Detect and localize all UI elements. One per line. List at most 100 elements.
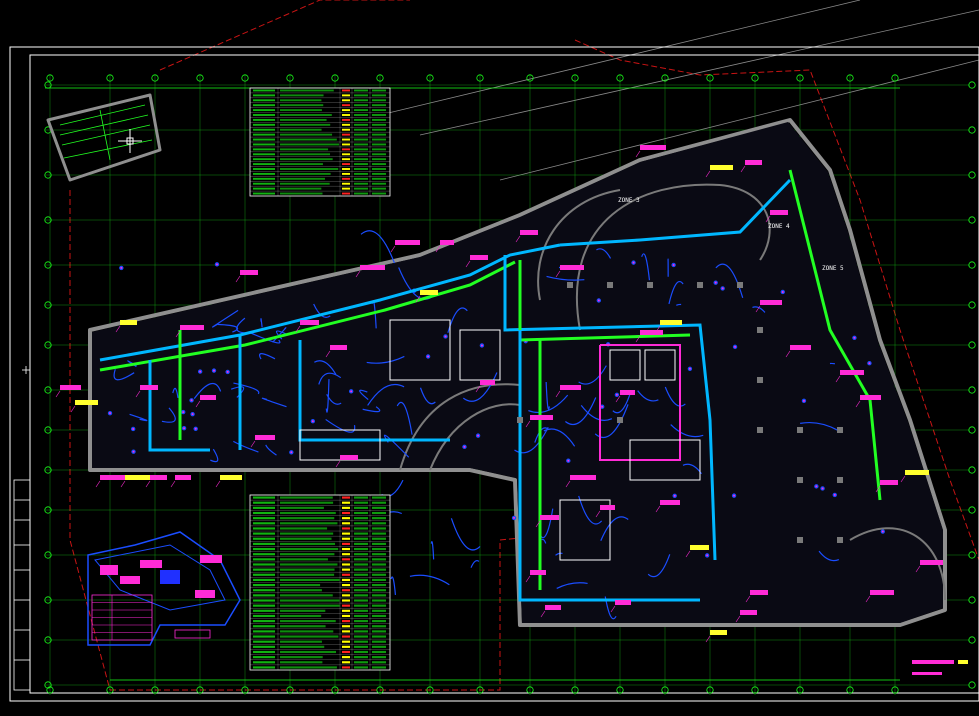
table-cell [280, 594, 333, 597]
table-cell [372, 584, 386, 587]
table-cell [372, 661, 386, 664]
table-cell [354, 645, 368, 648]
table-cell [342, 578, 350, 581]
table-cell [253, 542, 275, 545]
diffuser-marker [687, 366, 693, 371]
table-cell [372, 614, 386, 618]
table-cell [280, 532, 334, 535]
table-cell [280, 614, 322, 618]
table-cell [372, 496, 386, 499]
table-cell [342, 123, 350, 126]
table-cell [354, 547, 368, 551]
table-cell [354, 650, 368, 654]
table-cell [280, 635, 339, 638]
table-cell [280, 661, 323, 664]
table-cell [372, 187, 386, 190]
table-cell [372, 163, 386, 166]
table-cell [253, 609, 275, 612]
diffuser-marker [475, 433, 481, 438]
table-cell [280, 522, 338, 525]
diffuser-marker [211, 368, 217, 373]
table-cell [253, 584, 275, 587]
table-cell [253, 506, 275, 509]
table-cell [354, 168, 368, 170]
diffuser-marker [596, 298, 601, 303]
table-cell [280, 645, 325, 648]
equipment-tag [175, 475, 191, 480]
equipment-tag [240, 270, 258, 275]
equipment-tag [100, 475, 126, 480]
table-cell [342, 501, 350, 504]
table-cell [280, 89, 334, 92]
column [757, 377, 763, 383]
equipment-tag [570, 475, 596, 480]
table-cell [372, 609, 386, 612]
table-cell [342, 177, 350, 180]
equipment-tag [750, 590, 768, 595]
table-cell [354, 568, 368, 571]
table-cell [253, 563, 275, 566]
column [757, 327, 763, 333]
table-cell [280, 94, 324, 97]
table-cell [253, 589, 275, 592]
equipment-tag [905, 470, 929, 475]
diffuser-marker [720, 286, 725, 291]
table-cell [253, 138, 275, 141]
table-cell [342, 547, 350, 551]
diffuser-marker [867, 361, 872, 366]
diffuser-marker [713, 280, 718, 285]
table-cell [342, 635, 350, 638]
equipment-tag [770, 210, 788, 215]
cad-drawing-canvas[interactable]: ZONE 3 ZONE 4 ZONE 5 [0, 0, 979, 716]
equipment-tag [560, 385, 581, 390]
table-cell [253, 118, 275, 121]
table-cell [342, 656, 350, 659]
table-cell [354, 172, 368, 175]
table-cell [354, 143, 368, 146]
table-cell [280, 168, 339, 170]
table-cell [342, 563, 350, 566]
table-cell [354, 656, 368, 659]
table-cell [342, 584, 350, 587]
diffuser-marker [462, 444, 467, 450]
diffuser-marker [181, 426, 187, 431]
table-cell [342, 99, 350, 102]
table-cell [342, 133, 350, 136]
diffuser-marker [189, 398, 194, 403]
table-cell [280, 604, 340, 607]
diffuser-marker [814, 484, 819, 489]
table-cell [280, 143, 340, 146]
table-cell [280, 118, 327, 121]
diffuser-marker [289, 450, 294, 455]
equipment-tag [360, 265, 385, 270]
table-cell [253, 517, 275, 520]
table-cell [280, 517, 335, 520]
table-cell [280, 133, 333, 136]
equipment-tag [870, 590, 894, 595]
table-cell [280, 578, 340, 581]
table-cell [372, 192, 386, 195]
equipment-tag [150, 475, 167, 480]
diffuser-marker [119, 265, 124, 271]
table-cell [280, 630, 334, 633]
table-cell [253, 148, 275, 151]
table-cell [342, 143, 350, 146]
table-cell [372, 177, 386, 180]
table-cell [280, 568, 335, 571]
zone-label: ZONE 3 [618, 197, 640, 204]
table-cell [372, 133, 386, 136]
table-cell [372, 511, 386, 515]
table-cell [253, 496, 275, 499]
table-cell [253, 614, 275, 618]
table-cell [253, 123, 275, 126]
table-cell [354, 553, 368, 556]
equipment-tag [600, 505, 615, 510]
diffuser-marker [197, 369, 203, 374]
table-cell [253, 133, 275, 136]
diffuser-marker [731, 493, 737, 498]
table-cell [280, 138, 337, 141]
table-cell [354, 133, 368, 136]
table-cell [280, 148, 329, 151]
table-cell [253, 143, 275, 146]
column [607, 282, 613, 288]
